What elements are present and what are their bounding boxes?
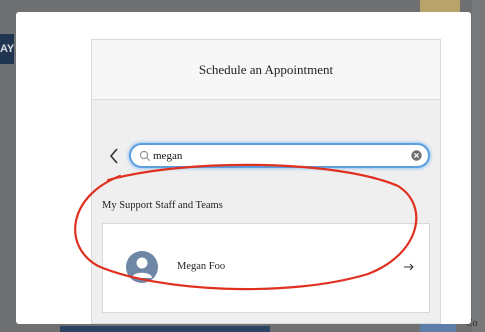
background-badge <box>420 0 460 12</box>
background-bottom-bar <box>60 326 270 332</box>
background-nav-strip: AY <box>0 34 14 64</box>
arrow-right-icon[interactable] <box>403 262 415 272</box>
search-input[interactable] <box>153 147 403 165</box>
search-icon <box>139 150 151 162</box>
section-label: My Support Staff and Teams <box>102 200 223 211</box>
background-right-column <box>472 0 485 332</box>
staff-name: Megan Foo <box>177 261 226 272</box>
panel-header: Schedule an Appointment <box>92 40 440 100</box>
clear-icon[interactable] <box>411 150 422 161</box>
chevron-left-icon <box>109 148 118 164</box>
search-box[interactable] <box>129 143 430 168</box>
avatar <box>126 251 158 283</box>
person-icon <box>132 257 152 278</box>
back-button[interactable] <box>106 144 122 168</box>
page-title: Schedule an Appointment <box>198 61 334 77</box>
schedule-panel: Schedule an Appointment My Support Staff… <box>91 39 441 324</box>
appointment-modal: Schedule an Appointment My Support Staff… <box>16 12 471 324</box>
staff-item-megan-foo[interactable]: Megan Foo <box>102 223 430 313</box>
